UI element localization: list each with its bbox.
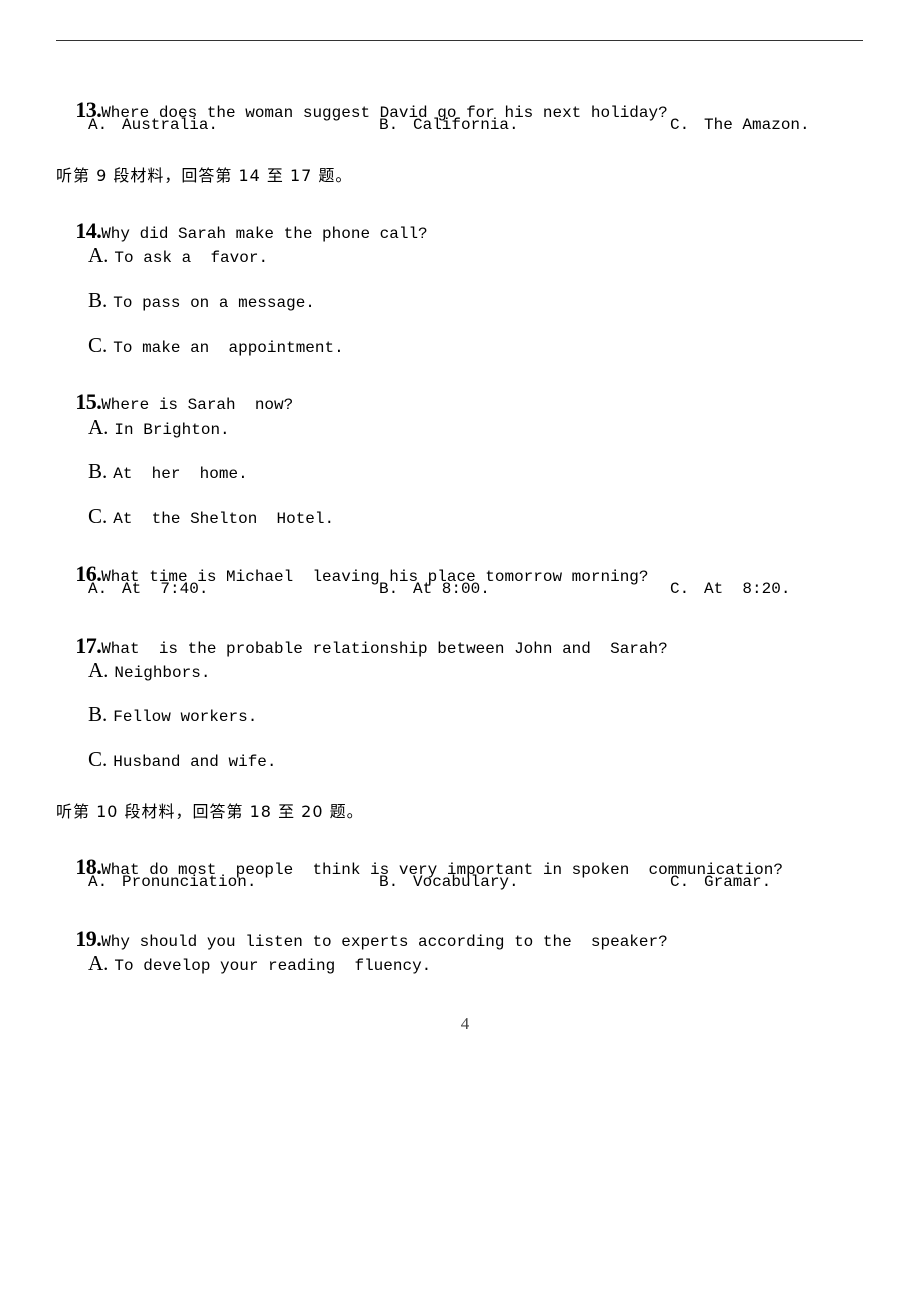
option-a[interactable]: A. To ask a favor. [88, 245, 268, 268]
question-text: Where is Sarah now? [101, 396, 294, 414]
question-number: 19. [75, 926, 102, 951]
question-text: What is the probable relationship betwee… [101, 640, 668, 658]
option-b[interactable]: B. To pass on a message. [88, 290, 315, 313]
option-a[interactable]: A. To develop your reading fluency. [88, 953, 431, 976]
question-number: 14. [75, 218, 102, 243]
option-a[interactable]: A. At 7:40. [88, 580, 208, 598]
page-number: 4 [460, 1014, 470, 1033]
option-c[interactable]: C. At 8:20. [670, 580, 790, 598]
option-c[interactable]: C. To make an appointment. [88, 335, 344, 358]
option-b[interactable]: B. Fellow workers. [88, 704, 257, 727]
option-a[interactable]: A. Pronunciation. [88, 873, 256, 891]
question-text: Why did Sarah make the phone call? [101, 225, 428, 243]
question-text: Why should you listen to experts accordi… [101, 933, 668, 951]
question-15: 15.Where is Sarah now? [56, 372, 293, 415]
question-19: 19.Why should you listen to experts acco… [56, 909, 668, 952]
section-instruction-10: 听第 10 段材料，回答第 18 至 20 题。 [56, 802, 364, 821]
option-b[interactable]: B. At her home. [88, 461, 248, 484]
question-number: 17. [75, 633, 102, 658]
question-16-options: A. At 7:40. B. At 8:00. C. At 8:20. [88, 580, 848, 600]
option-a[interactable]: A. Australia. [88, 116, 218, 134]
option-a[interactable]: A. Neighbors. [88, 660, 210, 683]
question-number: 15. [75, 389, 102, 414]
header-rule [56, 40, 863, 41]
question-18-options: A. Pronunciation. B. Vocabulary. C. Gramar. [88, 873, 848, 893]
option-c[interactable]: C. At the Shelton Hotel. [88, 506, 334, 529]
option-c[interactable]: C. Gramar. [670, 873, 771, 891]
option-b[interactable]: B. Vocabulary. [379, 873, 519, 891]
option-a[interactable]: A. In Brighton. [88, 417, 230, 440]
option-b[interactable]: B. California. [379, 116, 519, 134]
question-13-options: A. Australia. B. California. C. The Amazon. [88, 116, 848, 136]
section-instruction-9: 听第 9 段材料，回答第 14 至 17 题。 [56, 166, 353, 185]
option-c[interactable]: C. Husband and wife. [88, 749, 277, 772]
option-c[interactable]: C. The Amazon. [670, 116, 810, 134]
question-17: 17.What is the probable relationship bet… [56, 616, 668, 659]
option-b[interactable]: B. At 8:00. [379, 580, 490, 598]
question-14: 14.Why did Sarah make the phone call? [56, 201, 428, 244]
